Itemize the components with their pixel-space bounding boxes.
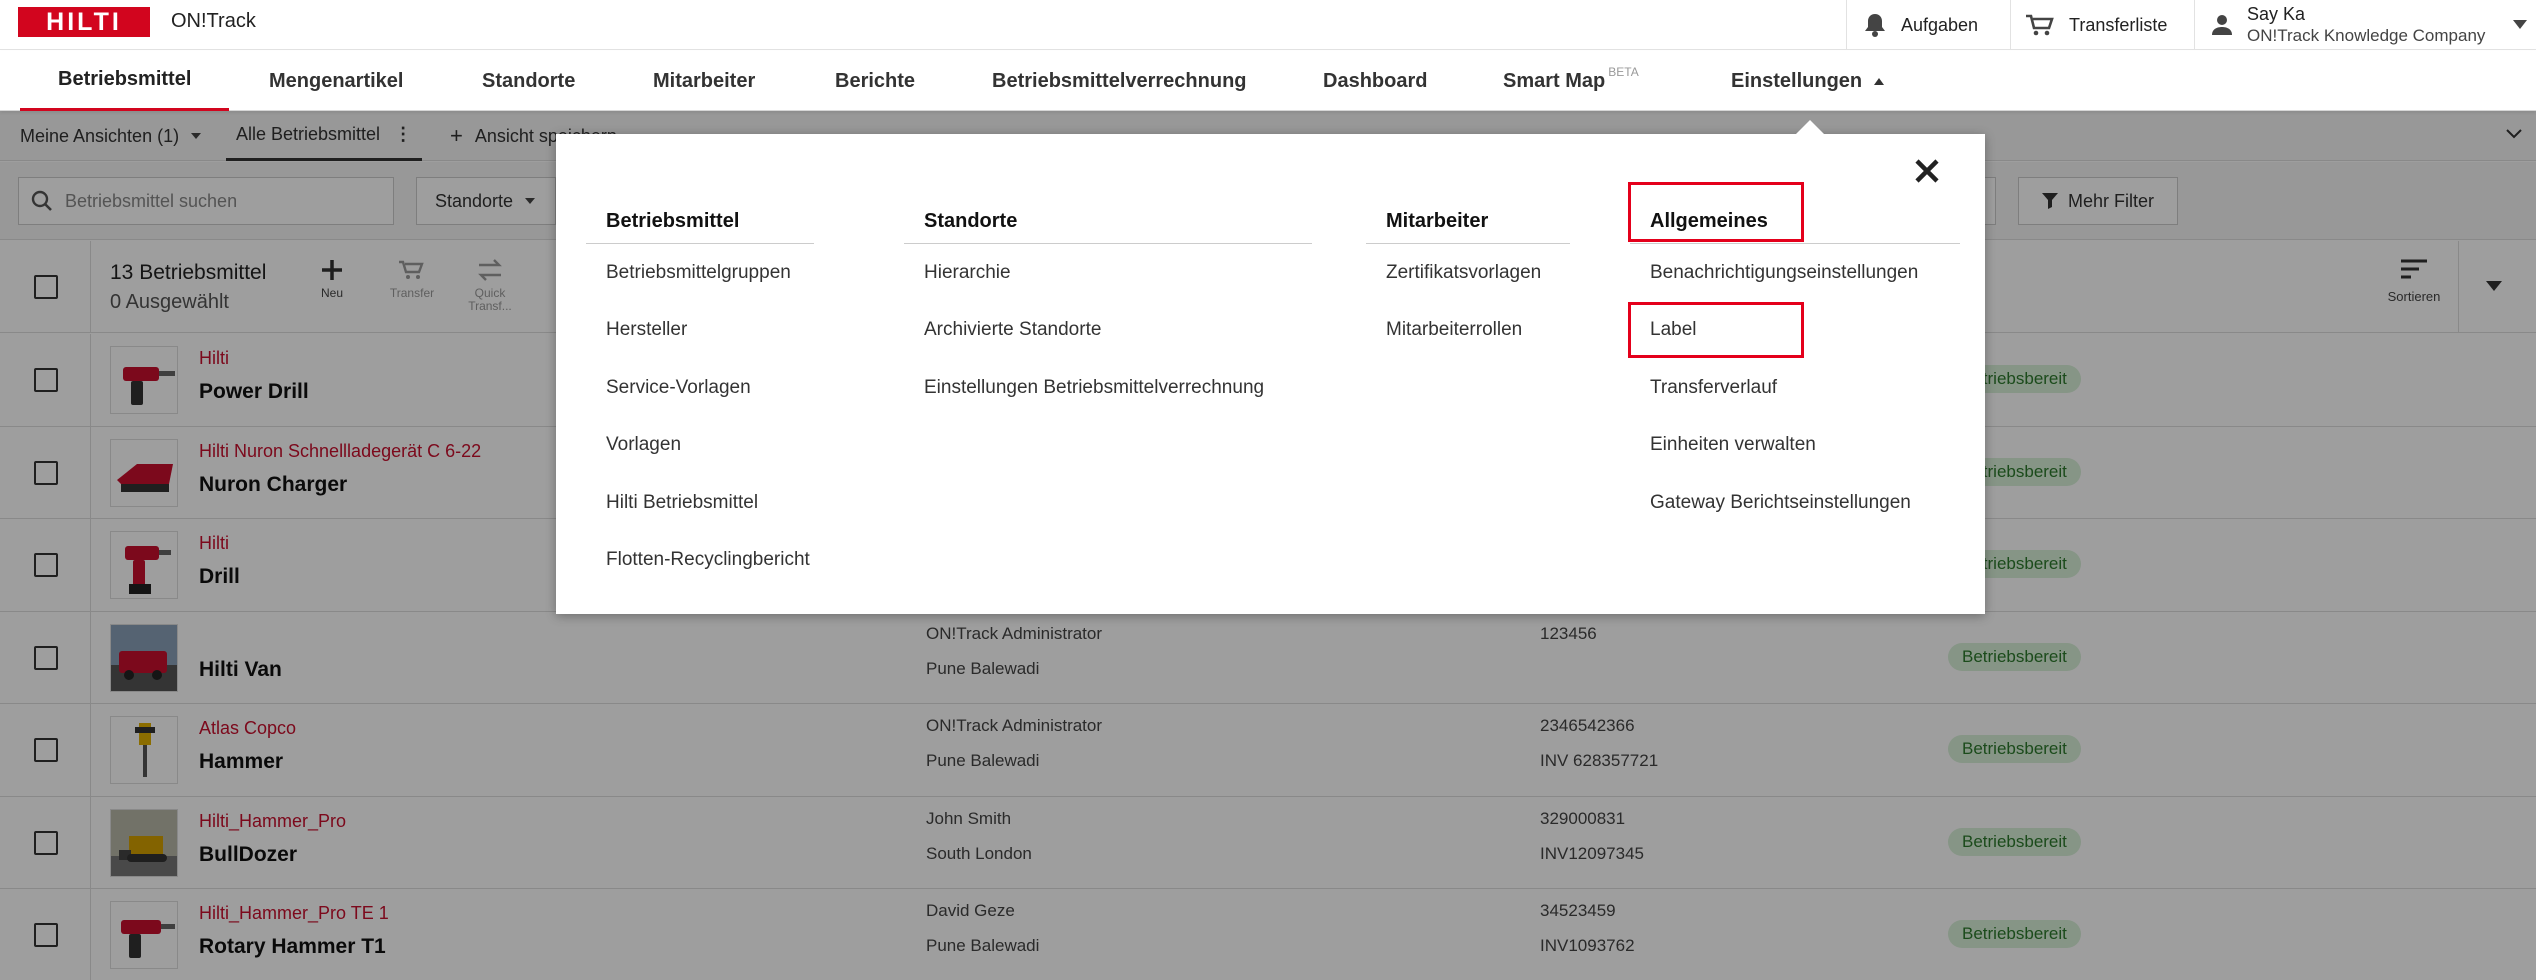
user-info: Say Ka ON!Track Knowledge Company — [2247, 3, 2485, 47]
column-heading: Allgemeines — [1630, 200, 1960, 244]
dropdown-pointer — [1795, 120, 1825, 135]
user-name: Say Ka — [2247, 4, 2306, 24]
nav-asset-billing[interactable]: Betriebsmittelverrechnung — [992, 51, 1247, 111]
nav-smart-map[interactable]: Smart Map BETA — [1503, 51, 1639, 111]
nav-assets[interactable]: Betriebsmittel — [20, 51, 230, 111]
link-archived-locations[interactable]: Archivierte Standorte — [904, 302, 1312, 360]
nav-quantity-items[interactable]: Mengenartikel — [269, 51, 403, 111]
settings-column-assets: Betriebsmittel Betriebsmittelgruppen Her… — [586, 200, 814, 589]
link-fleet-recycling-report[interactable]: Flotten-Recyclingbericht — [586, 532, 814, 590]
link-hilti-assets[interactable]: Hilti Betriebsmittel — [586, 474, 814, 532]
user-company: ON!Track Knowledge Company — [2247, 26, 2486, 45]
transfer-list-button[interactable]: Transferliste — [2010, 0, 2194, 50]
cart-icon — [2025, 13, 2055, 37]
nav-reports[interactable]: Berichte — [835, 51, 915, 111]
link-gateway-report-settings[interactable]: Gateway Berichtseinstellungen — [1630, 474, 1960, 532]
settings-column-employees: Mitarbeiter Zertifikatsvorlagen Mitarbei… — [1366, 200, 1570, 359]
link-label[interactable]: Label — [1630, 302, 1960, 360]
link-asset-billing-settings[interactable]: Einstellungen Betriebsmittelverrechnung — [904, 359, 1312, 417]
link-service-templates[interactable]: Service-Vorlagen — [586, 359, 814, 417]
user-menu[interactable]: Say Ka ON!Track Knowledge Company — [2194, 0, 2536, 50]
nav-dashboard[interactable]: Dashboard — [1323, 51, 1427, 111]
caret-up-icon — [1874, 77, 1885, 85]
settings-dropdown: Betriebsmittel Betriebsmittelgruppen Her… — [556, 134, 1985, 614]
main-navigation: Betriebsmittel Mengenartikel Standorte M… — [0, 51, 2536, 111]
beta-badge: BETA — [1608, 65, 1639, 79]
top-bar: HILTI ON!Track Aufgaben Transferliste Sa… — [0, 0, 2536, 50]
user-icon — [2211, 14, 2233, 36]
close-icon[interactable] — [1912, 156, 1942, 186]
nav-settings[interactable]: Einstellungen — [1731, 51, 1885, 111]
chevron-down-icon — [2513, 20, 2527, 29]
link-employee-roles[interactable]: Mitarbeiterrollen — [1366, 302, 1570, 360]
bell-icon — [1863, 12, 1887, 38]
column-heading: Betriebsmittel — [586, 200, 814, 244]
link-notification-settings[interactable]: Benachrichtigungseinstellungen — [1630, 244, 1960, 302]
link-templates[interactable]: Vorlagen — [586, 417, 814, 475]
app-name: ON!Track — [171, 10, 256, 32]
settings-column-general: Allgemeines Benachrichtigungseinstellung… — [1630, 200, 1960, 532]
link-manage-units[interactable]: Einheiten verwalten — [1630, 417, 1960, 475]
hilti-logo[interactable]: HILTI — [18, 7, 150, 37]
link-asset-groups[interactable]: Betriebsmittelgruppen — [586, 244, 814, 302]
link-certificate-templates[interactable]: Zertifikatsvorlagen — [1366, 244, 1570, 302]
link-transfer-history[interactable]: Transferverlauf — [1630, 359, 1960, 417]
column-heading: Standorte — [904, 200, 1312, 244]
nav-employees[interactable]: Mitarbeiter — [653, 51, 755, 111]
nav-locations[interactable]: Standorte — [482, 51, 575, 111]
settings-column-locations: Standorte Hierarchie Archivierte Standor… — [904, 200, 1312, 417]
link-manufacturers[interactable]: Hersteller — [586, 302, 814, 360]
link-hierarchy[interactable]: Hierarchie — [904, 244, 1312, 302]
transfer-list-label: Transferliste — [2069, 14, 2168, 35]
tasks-button[interactable]: Aufgaben — [1846, 0, 2010, 50]
column-heading: Mitarbeiter — [1366, 200, 1570, 244]
tasks-label: Aufgaben — [1901, 14, 1979, 35]
